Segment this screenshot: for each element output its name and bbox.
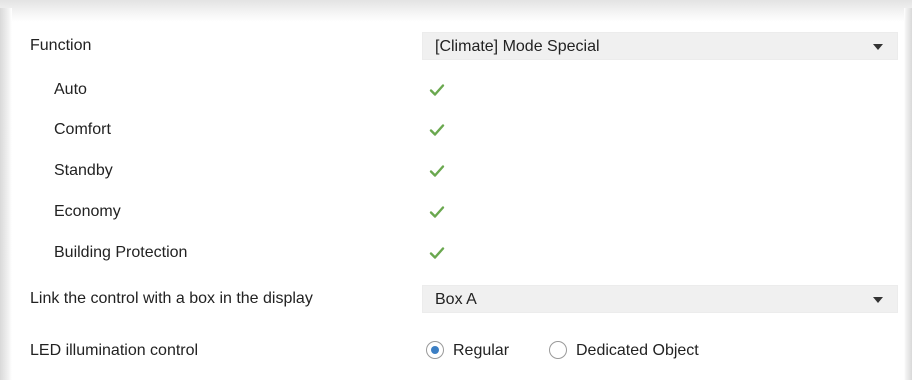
checkmark-icon bbox=[429, 165, 445, 177]
radio-selected-dot bbox=[431, 346, 439, 354]
radio-regular-circle[interactable] bbox=[426, 341, 444, 359]
checkmark-icon bbox=[429, 84, 445, 96]
auto-checkbox[interactable] bbox=[428, 81, 446, 99]
chevron-down-icon bbox=[873, 44, 883, 50]
function-row: Function [Climate] Mode Special bbox=[14, 26, 904, 66]
mode-row-comfort: Comfort bbox=[14, 110, 904, 150]
checkmark-icon bbox=[429, 206, 445, 218]
radio-regular-label: Regular bbox=[453, 342, 510, 359]
economy-checkbox[interactable] bbox=[428, 203, 446, 221]
building-protection-checkbox[interactable] bbox=[428, 244, 446, 262]
link-box-select[interactable]: Box A bbox=[422, 285, 898, 313]
comfort-checkbox[interactable] bbox=[428, 121, 446, 139]
mode-label-building-protection: Building Protection bbox=[54, 244, 188, 261]
settings-window: Function [Climate] Mode Special Auto Com… bbox=[0, 0, 912, 380]
window-left-edge bbox=[0, 8, 12, 380]
function-select[interactable]: [Climate] Mode Special bbox=[422, 32, 898, 60]
link-box-row: Link the control with a box in the displ… bbox=[14, 279, 904, 319]
radio-dedicated-object-circle[interactable] bbox=[549, 341, 567, 359]
mode-label-standby: Standby bbox=[54, 162, 113, 179]
window-top-edge bbox=[0, 0, 912, 22]
mode-label-comfort: Comfort bbox=[54, 121, 111, 138]
mode-row-building-protection: Building Protection bbox=[14, 233, 904, 273]
led-row: LED illumination control Regular Dedicat… bbox=[14, 331, 904, 371]
link-box-select-value: Box A bbox=[435, 291, 477, 308]
link-box-label: Link the control with a box in the displ… bbox=[30, 290, 313, 307]
mode-label-economy: Economy bbox=[54, 203, 121, 220]
parameter-panel: Function [Climate] Mode Special Auto Com… bbox=[14, 22, 904, 380]
checkmark-icon bbox=[429, 124, 445, 136]
checkmark-icon bbox=[429, 247, 445, 259]
mode-row-standby: Standby bbox=[14, 151, 904, 191]
chevron-down-icon bbox=[873, 297, 883, 303]
mode-label-auto: Auto bbox=[54, 81, 87, 98]
mode-row-economy: Economy bbox=[14, 192, 904, 232]
function-label: Function bbox=[30, 37, 92, 54]
function-select-value: [Climate] Mode Special bbox=[435, 38, 600, 55]
window-right-edge bbox=[904, 8, 912, 380]
led-label: LED illumination control bbox=[30, 342, 199, 359]
standby-checkbox[interactable] bbox=[428, 162, 446, 180]
mode-row-auto: Auto bbox=[14, 70, 904, 110]
radio-dedicated-object-label: Dedicated Object bbox=[576, 342, 699, 359]
